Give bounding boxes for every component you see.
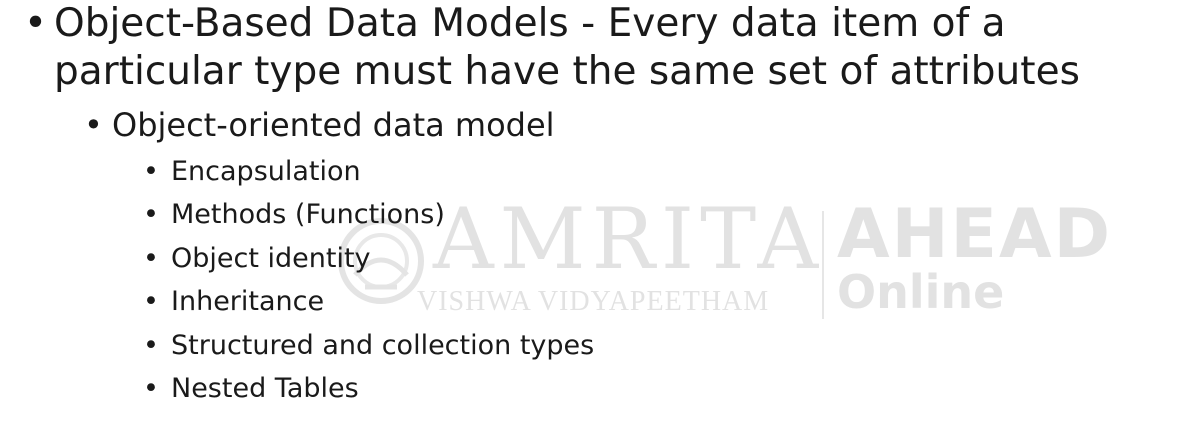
list-item: Structured and collection types [171, 330, 595, 361]
main-bullet-line2: particular type must have the same set o… [54, 49, 1080, 94]
slide: AMRITA VISHWA VIDYAPEETHAM AHEAD Online … [0, 0, 1199, 424]
bullet-dot: • [143, 243, 159, 274]
list-item: Object identity [171, 243, 371, 274]
bullet-dot: • [143, 286, 159, 317]
bullet-dot: • [143, 373, 159, 404]
watermark-ahead: AHEAD [837, 195, 1113, 274]
main-bullet-line1: Object-Based Data Models - Every data it… [54, 1, 1006, 46]
watermark-brand: AMRITA [433, 190, 825, 288]
bullet-dot: • [143, 199, 159, 230]
list-item: Methods (Functions) [171, 199, 445, 230]
list-item: Encapsulation [171, 156, 361, 187]
watermark-divider [822, 211, 824, 319]
list-item: Inheritance [171, 286, 325, 317]
bullet-dot: • [24, 1, 48, 46]
watermark-online: Online [837, 265, 1005, 319]
watermark-tagline: VISHWA VIDYAPEETHAM [417, 286, 770, 317]
list-item: Nested Tables [171, 373, 359, 404]
bullet-dot: • [143, 330, 159, 361]
bullet-dot: • [84, 106, 103, 144]
sub-bullet: Object-oriented data model [112, 106, 555, 144]
bullet-dot: • [143, 156, 159, 187]
